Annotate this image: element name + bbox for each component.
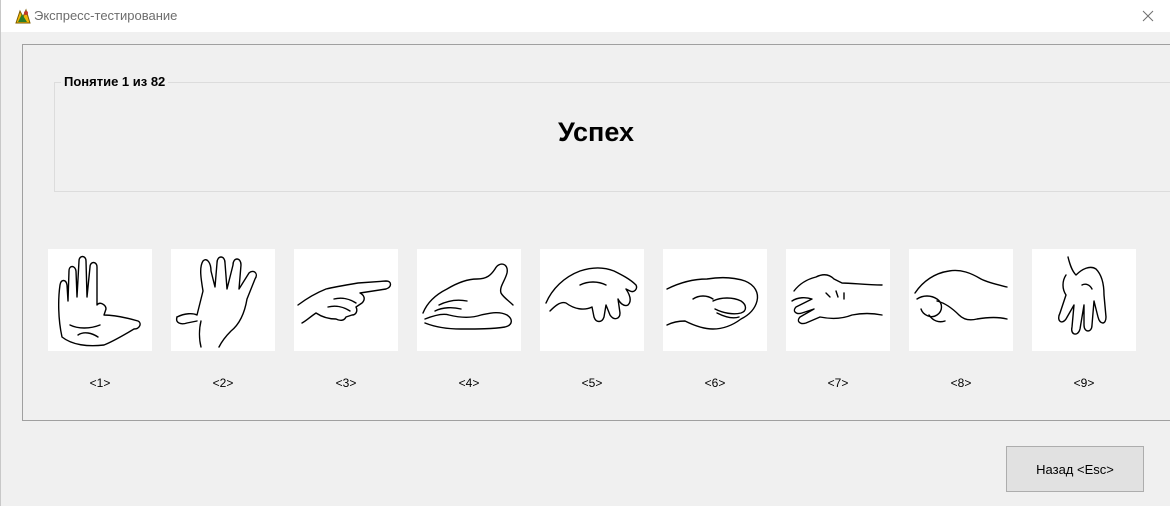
cupped-hand-icon (422, 263, 514, 330)
hand-option-6[interactable] (663, 249, 767, 351)
concept-word: Успех (557, 117, 635, 147)
hand-label-2: <2> (212, 376, 234, 390)
concept-counter: Понятие 1 из 82 (61, 74, 169, 90)
hand-option-8[interactable] (909, 249, 1013, 351)
hand-option-1[interactable] (48, 249, 152, 351)
title-bar: Экспресс-тестирование (1, 0, 1170, 32)
hand-label-7: <7> (827, 376, 849, 390)
hand-option-4[interactable] (417, 249, 521, 351)
hand-label-4: <4> (458, 376, 480, 390)
hand-label-1: <1> (89, 376, 111, 390)
test-window: Экспресс-тестирование Понятие 1 из 82 Ус… (0, 0, 1170, 506)
app-icon (15, 8, 31, 24)
hand-label-6: <6> (704, 376, 726, 390)
hanging-hand-icon (1057, 256, 1107, 335)
hand-option-5[interactable] (540, 249, 644, 351)
palm-down-hand-icon (545, 267, 638, 323)
hand-option-2[interactable] (171, 249, 275, 351)
hand-option-7[interactable] (786, 249, 890, 351)
pinch-hand-icon (914, 269, 1008, 323)
spread-fingers-hand-icon (175, 256, 258, 348)
close-icon (1142, 10, 1154, 22)
fist-hand-icon (666, 276, 759, 330)
hand-label-9: <9> (1073, 376, 1095, 390)
window-title: Экспресс-тестирование (34, 8, 178, 23)
close-button[interactable] (1125, 0, 1170, 32)
hand-label-3: <3> (335, 376, 357, 390)
open-palm-hand-icon (57, 255, 141, 347)
hand-option-3[interactable] (294, 249, 398, 351)
hand-option-9[interactable] (1032, 249, 1136, 351)
hand-label-8: <8> (950, 376, 972, 390)
hand-label-5: <5> (581, 376, 603, 390)
back-button[interactable]: Назад <Esc> (1006, 446, 1144, 492)
pointing-hand-icon (297, 280, 392, 324)
flat-hand-icon (791, 274, 883, 325)
